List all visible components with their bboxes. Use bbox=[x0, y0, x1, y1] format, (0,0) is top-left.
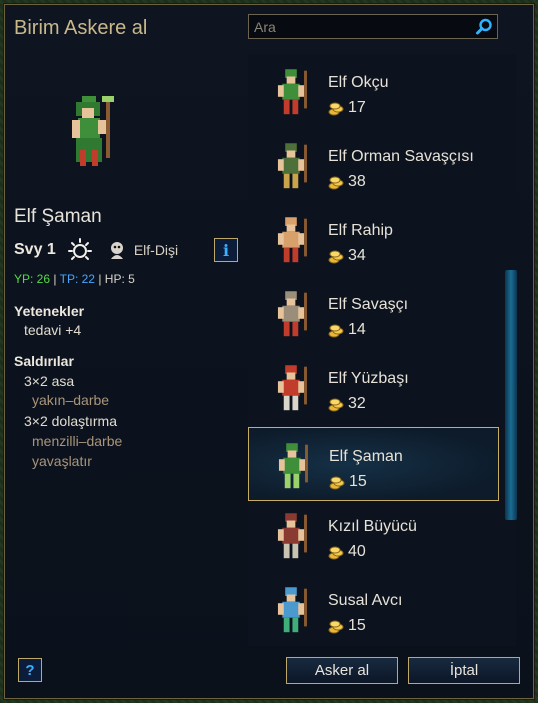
recruit-list-item[interactable]: Elf Savaşçı 14 bbox=[248, 276, 498, 350]
unit-sprite-icon bbox=[278, 443, 308, 489]
recruit-list-item[interactable]: Elf Yüzbaşı 32 bbox=[248, 350, 498, 424]
search-input[interactable] bbox=[254, 17, 469, 36]
experience: HP: 5 bbox=[104, 272, 135, 286]
unit-sprite-icon bbox=[277, 143, 307, 189]
attack-type: menzilli–darbe bbox=[32, 433, 123, 449]
recruit-unit-cost: 17 bbox=[348, 99, 366, 116]
moves: TP: 22 bbox=[59, 272, 95, 286]
recruit-unit-cost: 38 bbox=[348, 173, 366, 190]
info-icon: i bbox=[222, 240, 230, 260]
unit-sprite-icon bbox=[277, 587, 307, 633]
cancel-button[interactable]: İptal bbox=[408, 657, 520, 684]
recruit-unit-name: Elf Şaman bbox=[329, 448, 403, 465]
search-box[interactable] bbox=[248, 14, 498, 39]
gold-coin-icon bbox=[328, 102, 344, 116]
search-icon[interactable] bbox=[475, 18, 493, 36]
recruit-list[interactable]: Elf Okçu 17 Elf Orman Savaşçısı 38 Elf R… bbox=[248, 54, 516, 646]
recruit-unit-name: Elf Okçu bbox=[328, 74, 389, 91]
unit-sprite-icon bbox=[277, 217, 307, 263]
recruit-unit-name: Elf Rahip bbox=[328, 222, 393, 239]
ability-item[interactable]: tedavi +4 bbox=[24, 322, 81, 338]
unit-sprite-icon bbox=[277, 513, 307, 559]
gold-coin-icon bbox=[328, 398, 344, 412]
recruit-unit-name: Kızıl Büyücü bbox=[328, 518, 417, 535]
unit-level-row: Svy 1 Elf-Dişi bbox=[14, 238, 178, 262]
unit-name: Elf Şaman bbox=[14, 206, 102, 227]
help-button[interactable]: ? bbox=[18, 658, 42, 682]
unit-sprite-icon bbox=[277, 365, 307, 411]
unit-race: Elf-Dişi bbox=[133, 242, 179, 258]
recruit-list-item[interactable]: Kızıl Büyücü 40 bbox=[248, 498, 498, 572]
recruit-unit-cost: 40 bbox=[348, 543, 366, 560]
recruit-button[interactable]: Asker al bbox=[286, 657, 398, 684]
dialog-title: Birim Askere al bbox=[14, 17, 148, 39]
female-gender-icon bbox=[110, 242, 123, 259]
attack-type: yakın–darbe bbox=[32, 392, 110, 408]
recruit-unit-name: Susal Avcı bbox=[328, 592, 403, 609]
recruit-unit-cost: 15 bbox=[348, 617, 366, 634]
unit-info-button[interactable]: i bbox=[214, 238, 238, 262]
list-scrollbar[interactable] bbox=[505, 270, 517, 520]
recruit-list-item[interactable]: Elf Rahip 34 bbox=[248, 202, 498, 276]
recruit-unit-name: Elf Yüzbaşı bbox=[328, 370, 409, 387]
recruit-unit-cost: 15 bbox=[349, 473, 367, 490]
recruit-unit-cost: 14 bbox=[348, 321, 366, 338]
attack-name: 3×2 asa bbox=[24, 373, 75, 389]
gold-coin-icon bbox=[328, 324, 344, 338]
recruit-unit-name: Elf Savaşçı bbox=[328, 296, 409, 313]
gold-coin-icon bbox=[328, 546, 344, 560]
stat-separator: | bbox=[98, 272, 102, 286]
unit-stats: YP: 26 | TP: 22 | HP: 5 bbox=[14, 272, 135, 286]
recruit-unit-cost: 34 bbox=[348, 247, 366, 264]
attack-special[interactable]: yavaşlatır bbox=[32, 453, 92, 469]
gold-coin-icon bbox=[329, 476, 345, 490]
gold-coin-icon bbox=[328, 176, 344, 190]
recruit-unit-name: Elf Orman Savaşçısı bbox=[328, 148, 474, 165]
unit-level: Svy 1 bbox=[14, 241, 56, 258]
abilities-heading: Yetenekler bbox=[14, 303, 85, 319]
attack-name: 3×2 dolaştırma bbox=[24, 413, 117, 429]
recruit-list-item[interactable]: Elf Okçu 17 bbox=[248, 54, 498, 128]
recruit-list-item[interactable]: Susal Avcı 15 bbox=[248, 572, 498, 646]
hitpoints: YP: 26 bbox=[14, 272, 51, 286]
unit-portrait bbox=[72, 96, 114, 166]
unit-sprite-icon bbox=[277, 291, 307, 337]
alignment-neutral-icon bbox=[67, 238, 92, 260]
attacks-heading: Saldırılar bbox=[14, 353, 74, 369]
recruit-unit-cost: 32 bbox=[348, 395, 366, 412]
gold-coin-icon bbox=[328, 250, 344, 264]
gold-coin-icon bbox=[328, 620, 344, 634]
recruit-list-item[interactable]: Elf Şaman 15 bbox=[248, 427, 499, 501]
stat-separator: | bbox=[53, 272, 57, 286]
unit-sprite-icon bbox=[277, 69, 307, 115]
recruit-list-item[interactable]: Elf Orman Savaşçısı 38 bbox=[248, 128, 498, 202]
